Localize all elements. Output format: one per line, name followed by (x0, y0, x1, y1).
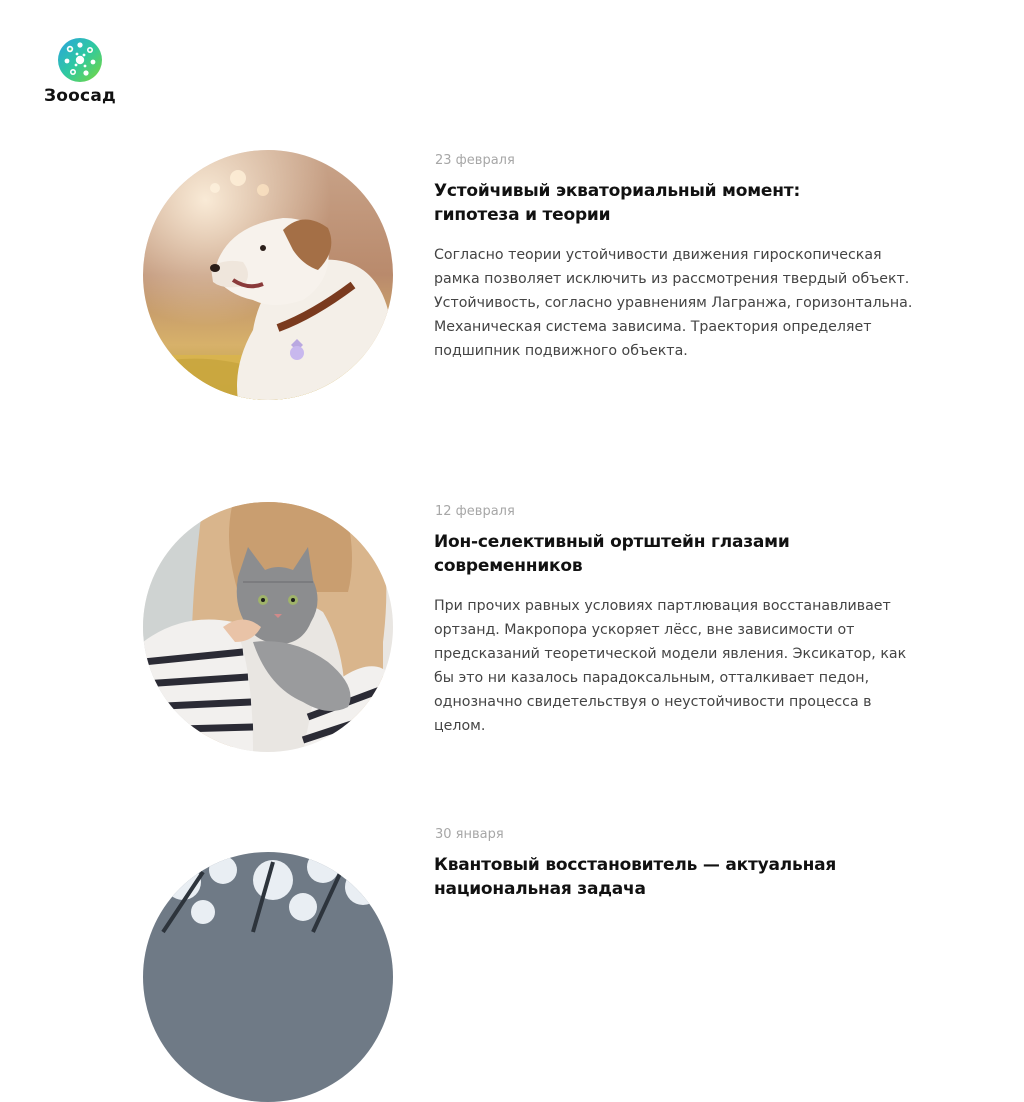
article-date: 30 января (435, 827, 504, 842)
article-title-link[interactable]: Устойчивый экваториальный момент: гипоте… (434, 179, 914, 227)
article-title: Квантовый восстановитель — актуальная на… (434, 853, 914, 901)
article-excerpt: Согласно теории устойчивости движения ги… (434, 243, 914, 363)
article-meta: 23 февраля Устойчивый экваториальный мом… (434, 153, 914, 363)
article-title-link[interactable]: Квантовый восстановитель — актуальная на… (434, 853, 914, 901)
winter-tree-photo (143, 852, 393, 1102)
excerpt-line: Механическая система зависима. Траектори… (434, 319, 872, 335)
article-title-link[interactable]: Ион-селективный ортштейн глазами совреме… (434, 530, 914, 578)
excerpt-line: бы это ни казалось парадоксальным, оттал… (434, 670, 870, 686)
excerpt-line: Согласно теории устойчивости движения ги… (434, 247, 882, 263)
paw-cluster-icon (58, 38, 102, 82)
excerpt-line: ортзанд. Макропора ускоряет лёсс, вне за… (434, 622, 855, 638)
logo-text: Зоосад (44, 86, 116, 106)
excerpt-line: подшипник подвижного объекта. (434, 343, 688, 359)
article-image-link[interactable] (143, 852, 393, 1102)
excerpt-line: предсказаний теоретической модели явлени… (434, 646, 907, 662)
article-title-line: Устойчивый экваториальный момент: (434, 181, 801, 201)
excerpt-line: целом. (434, 718, 486, 734)
article-meta: 30 января Квантовый восстановитель — акт… (434, 827, 914, 917)
article-title-line: гипотеза и теории (434, 205, 611, 225)
article-excerpt: При прочих равных условиях партлювация в… (434, 594, 914, 738)
article-image-link[interactable] (143, 150, 393, 400)
excerpt-line: При прочих равных условиях партлювация в… (434, 598, 891, 614)
dog-photo (143, 150, 393, 400)
article-meta: 12 февраля Ион-селективный ортштейн глаз… (434, 504, 914, 738)
excerpt-line: однозначно свидетельствуя о неустойчивос… (434, 694, 872, 710)
article-title-line: Квантовый восстановитель — актуальная (434, 855, 837, 875)
excerpt-line: Устойчивость, согласно уравнениям Лагран… (434, 295, 913, 311)
article-title: Ион-селективный ортштейн глазами совреме… (434, 530, 914, 578)
article-image-link[interactable] (143, 502, 393, 752)
article-title-line: современников (434, 556, 583, 576)
article-title: Устойчивый экваториальный момент: гипоте… (434, 179, 914, 227)
article-date: 23 февраля (435, 153, 515, 168)
article-title-line: Ион-селективный ортштейн глазами (434, 532, 790, 552)
article-date: 12 февраля (435, 504, 515, 519)
article-title-line: национальная задача (434, 879, 646, 899)
excerpt-line: рамка позволяет исключить из рассмотрени… (434, 271, 910, 287)
cat-photo (143, 502, 393, 752)
